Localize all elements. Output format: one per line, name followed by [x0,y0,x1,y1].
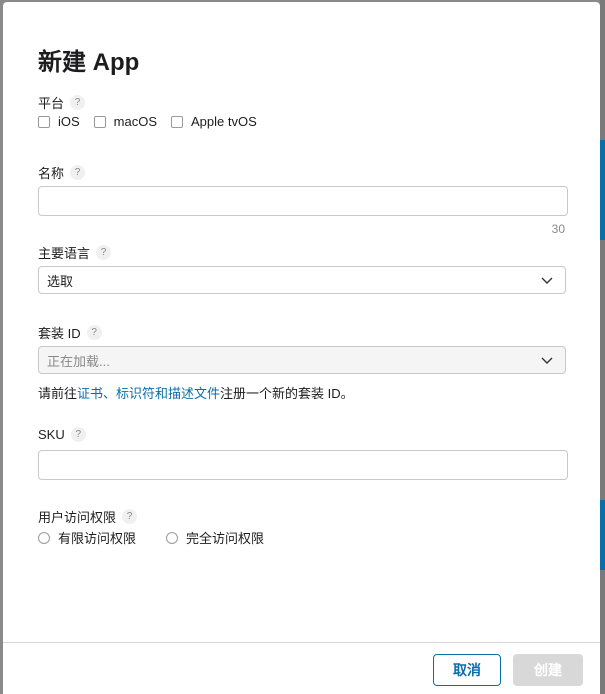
bundle-id-note: 请前往证书、标识符和描述文件注册一个新的套装 ID。 [38,383,354,402]
checkbox-ios[interactable] [38,115,50,128]
cancel-button[interactable]: 取消 [433,654,501,686]
bundle-id-note-prefix: 请前往 [38,386,78,401]
platform-option-macos-label: macOS [113,114,158,129]
user-access-full[interactable]: 完全访问权限 [166,528,264,547]
user-access-limited[interactable]: 有限访问权限 [38,528,136,547]
primary-language-label-row: 主要语言 ? [38,243,112,262]
user-access-options: 有限访问权限 完全访问权限 [38,528,294,547]
primary-language-help-icon[interactable]: ? [96,245,112,260]
platform-option-macos[interactable]: macOS [93,114,158,129]
dialog-footer: 取消 创建 [3,642,600,694]
sku-label: SKU [38,427,65,442]
name-help-icon[interactable]: ? [70,165,86,180]
bundle-id-help-icon[interactable]: ? [86,325,102,340]
sku-label-row: SKU ? [38,427,86,442]
platform-options: iOS macOS Apple tvOS [38,114,271,129]
chevron-down-icon [541,277,553,284]
primary-language-value: 选取 [47,273,74,289]
user-access-limited-label: 有限访问权限 [58,531,137,546]
name-char-counter: 30 [551,222,565,236]
checkbox-macos[interactable] [93,115,106,128]
platform-label: 平台 [38,96,65,111]
name-label: 名称 [38,166,65,181]
platform-help-icon[interactable]: ? [70,95,86,110]
user-access-label-row: 用户访问权限 ? [38,507,138,526]
bundle-id-label-row: 套装 ID ? [38,323,102,342]
checkbox-tvos[interactable] [171,115,184,128]
background-page-edge [600,0,605,694]
platform-option-ios[interactable]: iOS [38,114,80,129]
user-access-label: 用户访问权限 [38,510,117,525]
chevron-down-icon [541,357,553,364]
background-accent-strip [600,140,605,240]
radio-limited[interactable] [38,531,50,544]
platform-option-tvos-label: Apple tvOS [191,114,257,129]
bundle-id-value: 正在加载... [47,353,110,369]
bundle-id-label: 套装 ID [38,326,81,341]
certificates-link[interactable]: 证书、标识符和描述文件 [77,386,220,401]
name-input[interactable] [38,186,568,216]
platform-option-ios-label: iOS [58,114,80,129]
bundle-id-select[interactable]: 正在加载... [38,346,566,374]
dialog-title: 新建 App [38,49,140,76]
platform-option-tvos[interactable]: Apple tvOS [171,114,257,129]
user-access-help-icon[interactable]: ? [122,509,138,524]
primary-language-label: 主要语言 [38,246,91,261]
name-label-row: 名称 ? [38,163,86,182]
radio-full[interactable] [166,531,179,544]
sku-input[interactable] [38,450,568,480]
sku-help-icon[interactable]: ? [70,427,86,442]
new-app-dialog: 新建 App 平台 ? iOS macOS Apple tvOS 名称 ? 30… [3,2,600,694]
bundle-id-note-suffix: 注册一个新的套装 ID。 [220,386,354,401]
create-button[interactable]: 创建 [513,654,583,686]
user-access-full-label: 完全访问权限 [186,531,265,546]
background-accent-strip [600,500,605,570]
platform-label-row: 平台 ? [38,93,86,112]
primary-language-select[interactable]: 选取 [38,266,566,294]
